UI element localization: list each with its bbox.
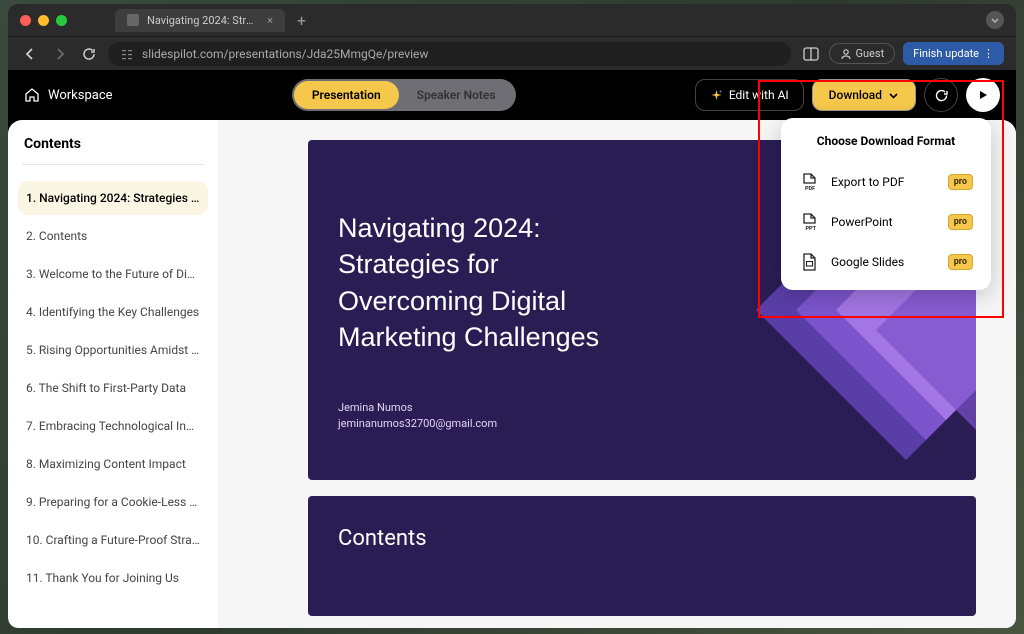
traffic-lights xyxy=(20,15,67,26)
guest-label: Guest xyxy=(856,47,885,60)
popover-title: Choose Download Format xyxy=(795,134,977,148)
site-settings-icon xyxy=(120,47,134,61)
toc-item[interactable]: 5. Rising Opportunities Amidst … xyxy=(18,333,208,367)
divider xyxy=(22,164,204,165)
app: Workspace Presentation Speaker Notes Edi… xyxy=(8,70,1016,628)
edit-ai-label: Edit with AI xyxy=(729,88,789,102)
pdf-icon: PDF xyxy=(799,172,819,192)
menu-dots-icon: ⋮ xyxy=(983,47,994,60)
export-ppt-item[interactable]: PPT PowerPoint pro xyxy=(795,202,977,242)
popover-item-label: Google Slides xyxy=(831,255,936,269)
tab-title: Navigating 2024: Strategies f… xyxy=(147,14,259,27)
chevron-down-icon xyxy=(888,90,899,101)
url-field[interactable]: slidespilot.com/presentations/Jda25MmgQe… xyxy=(108,42,791,66)
sidebar: Contents 1. Navigating 2024: Strategies … xyxy=(8,120,218,628)
popover-item-label: Export to PDF xyxy=(831,175,936,189)
minimize-window[interactable] xyxy=(38,15,49,26)
reload-button[interactable] xyxy=(80,45,98,63)
toc-item[interactable]: 4. Identifying the Key Challenges xyxy=(18,295,208,329)
guest-pill[interactable]: Guest xyxy=(829,43,896,64)
new-tab-button[interactable]: + xyxy=(289,11,314,30)
finish-update-button[interactable]: Finish update ⋮ xyxy=(903,42,1004,65)
play-icon xyxy=(977,89,989,101)
url-actions: Guest Finish update ⋮ xyxy=(801,42,1005,65)
export-gslides-item[interactable]: Google Slides pro xyxy=(795,242,977,282)
svg-text:PDF: PDF xyxy=(805,186,815,192)
toc-item[interactable]: 6. The Shift to First-Party Data xyxy=(18,371,208,405)
sidebar-title: Contents xyxy=(18,136,208,152)
pro-badge: pro xyxy=(948,254,973,270)
titlebar: Navigating 2024: Strategies f… × + xyxy=(8,4,1016,36)
toc-item[interactable]: 2. Contents xyxy=(18,219,208,253)
panel-icon[interactable] xyxy=(801,45,821,63)
svg-text:PPT: PPT xyxy=(806,226,817,232)
close-window[interactable] xyxy=(20,15,31,26)
url-bar: slidespilot.com/presentations/Jda25MmgQe… xyxy=(8,36,1016,70)
home-icon xyxy=(24,87,40,103)
back-button[interactable] xyxy=(20,44,40,64)
browser-chrome: Navigating 2024: Strategies f… × + slide xyxy=(8,4,1016,70)
pro-badge: pro xyxy=(948,174,973,190)
gslides-icon xyxy=(799,252,819,272)
ppt-icon: PPT xyxy=(799,212,819,232)
url-text: slidespilot.com/presentations/Jda25MmgQe… xyxy=(142,47,428,61)
toc-item[interactable]: 9. Preparing for a Cookie-Less … xyxy=(18,485,208,519)
header-actions: Edit with AI Download Choose Download Fo… xyxy=(695,78,1000,112)
toc-item[interactable]: 1. Navigating 2024: Strategies fo… xyxy=(18,181,208,215)
popover-item-label: PowerPoint xyxy=(831,215,936,229)
toc-list: 1. Navigating 2024: Strategies fo… 2. Con… xyxy=(18,181,208,595)
mode-presentation[interactable]: Presentation xyxy=(294,81,399,109)
tab-bar: Navigating 2024: Strategies f… × + xyxy=(115,9,978,32)
refresh-icon xyxy=(934,88,949,103)
mode-toggle: Presentation Speaker Notes xyxy=(292,79,516,111)
favicon xyxy=(127,14,139,26)
pro-badge: pro xyxy=(948,214,973,230)
maximize-window[interactable] xyxy=(56,15,67,26)
play-button[interactable] xyxy=(966,78,1000,112)
slide-2[interactable]: Contents xyxy=(308,496,976,616)
slide-title: Navigating 2024: Strategies for Overcomi… xyxy=(338,210,648,356)
close-tab-icon[interactable]: × xyxy=(267,14,273,27)
slide-2-title: Contents xyxy=(338,526,946,551)
finish-label: Finish update xyxy=(913,47,979,60)
toc-item[interactable]: 11. Thank You for Joining Us xyxy=(18,561,208,595)
toc-item[interactable]: 3. Welcome to the Future of Digi… xyxy=(18,257,208,291)
window-menu[interactable] xyxy=(986,11,1004,29)
workspace-link[interactable]: Workspace xyxy=(24,87,113,103)
refresh-button[interactable] xyxy=(924,78,958,112)
browser-tab[interactable]: Navigating 2024: Strategies f… × xyxy=(115,9,285,32)
forward-button[interactable] xyxy=(50,44,70,64)
workspace-label: Workspace xyxy=(48,88,113,103)
sparkle-icon xyxy=(710,89,723,102)
download-label: Download xyxy=(829,88,882,102)
toc-item[interactable]: 7. Embracing Technological Inn… xyxy=(18,409,208,443)
app-header: Workspace Presentation Speaker Notes Edi… xyxy=(8,70,1016,120)
person-icon xyxy=(840,48,852,60)
toc-item[interactable]: 10. Crafting a Future-Proof Strat… xyxy=(18,523,208,557)
download-button[interactable]: Download xyxy=(812,79,916,111)
edit-with-ai-button[interactable]: Edit with AI xyxy=(695,79,804,111)
download-popover: Choose Download Format PDF Export to PDF… xyxy=(781,118,991,290)
export-pdf-item[interactable]: PDF Export to PDF pro xyxy=(795,162,977,202)
mode-speaker-notes[interactable]: Speaker Notes xyxy=(399,81,514,109)
toc-item[interactable]: 8. Maximizing Content Impact xyxy=(18,447,208,481)
